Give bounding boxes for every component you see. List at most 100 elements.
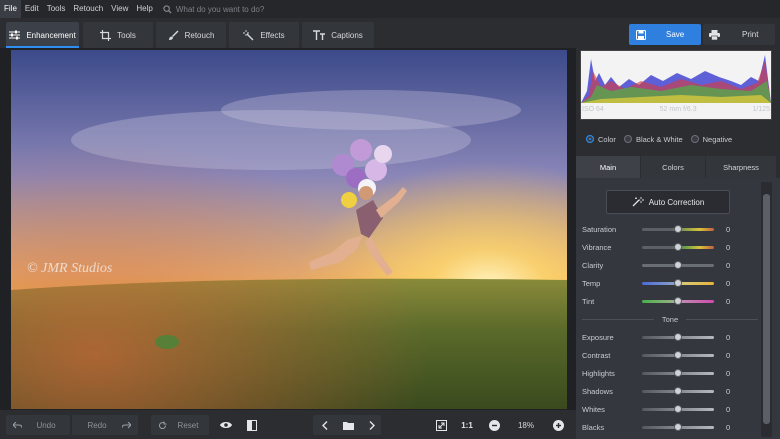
mode-label: Negative	[702, 134, 733, 144]
vibrance-track[interactable]	[642, 242, 714, 251]
slider-contrast[interactable]: Contrast 0	[582, 349, 758, 361]
shadows-track[interactable]	[642, 386, 714, 395]
slider-knob[interactable]	[674, 332, 682, 341]
print-button[interactable]: Print	[703, 24, 775, 45]
menu-help[interactable]: Help	[132, 0, 156, 18]
slider-value: 0	[726, 224, 731, 234]
preview-button[interactable]	[218, 415, 234, 435]
text-icon	[313, 30, 326, 40]
exposure-track[interactable]	[642, 332, 714, 341]
reset-label: Reset	[177, 420, 199, 430]
undo-button[interactable]: Undo	[6, 415, 70, 435]
undo-label: Undo	[36, 420, 56, 430]
mode-negative[interactable]: Negative	[690, 134, 733, 144]
save-button[interactable]: Save	[629, 24, 701, 45]
panel-scrollbar[interactable]	[761, 182, 772, 437]
slider-label: Contrast	[582, 350, 611, 360]
slider-knob[interactable]	[674, 368, 682, 377]
slider-saturation[interactable]: Saturation 0	[582, 223, 758, 235]
plus-circle-icon	[552, 419, 564, 431]
blacks-track[interactable]	[642, 422, 714, 431]
clarity-track[interactable]	[642, 260, 714, 269]
tab-effects[interactable]: Effects	[229, 22, 299, 48]
slider-label: Exposure	[582, 332, 614, 342]
menu-tools[interactable]: Tools	[43, 0, 70, 18]
auto-correction-button[interactable]: Auto Correction	[606, 190, 730, 214]
section-title: Tone	[661, 314, 679, 324]
printer-icon	[709, 29, 720, 40]
slider-knob[interactable]	[674, 224, 682, 233]
highlights-track[interactable]	[642, 368, 714, 377]
slider-value: 0	[726, 260, 731, 270]
saturation-track[interactable]	[642, 224, 714, 233]
photo-editor-window: File Edit Tools Retouch View Help What d…	[0, 0, 780, 439]
whites-track[interactable]	[642, 404, 714, 413]
slider-label: Vibrance	[582, 242, 612, 252]
mode-color[interactable]: Color	[586, 135, 616, 144]
slider-blacks[interactable]: Blacks 0	[582, 421, 758, 433]
eye-icon	[220, 422, 232, 428]
photo-canvas[interactable]: © JMR Studios	[11, 50, 567, 409]
slider-whites[interactable]: Whites 0	[582, 403, 758, 415]
slider-knob[interactable]	[674, 386, 682, 395]
radio-icon	[586, 135, 594, 143]
slider-knob[interactable]	[674, 350, 682, 359]
undo-icon	[13, 421, 22, 428]
chevron-left-icon[interactable]	[322, 420, 328, 430]
tab-main[interactable]: Main	[576, 156, 640, 178]
canvas-area: © JMR Studios	[0, 48, 576, 410]
magic-wand-icon	[243, 29, 254, 40]
search-icon	[163, 4, 172, 14]
tab-captions[interactable]: Captions	[302, 22, 374, 48]
compare-button[interactable]	[244, 415, 260, 435]
slider-knob[interactable]	[674, 404, 682, 413]
lens-value: 52 mm f/6.3	[659, 106, 697, 113]
tint-track[interactable]	[642, 296, 714, 305]
divider	[686, 318, 759, 320]
slider-knob[interactable]	[674, 278, 682, 287]
chevron-right-icon[interactable]	[369, 420, 375, 430]
slider-highlights[interactable]: Highlights 0	[582, 367, 758, 379]
slider-value: 0	[726, 296, 731, 306]
panel-tabs: Main Colors Sharpness	[576, 156, 780, 178]
tab-retouch[interactable]: Retouch	[156, 22, 226, 48]
scrollbar-thumb[interactable]	[763, 194, 770, 424]
minus-circle-icon	[488, 419, 500, 431]
tab-tools[interactable]: Tools	[83, 22, 153, 48]
zoom-in-button[interactable]	[550, 415, 566, 435]
zoom-out-button[interactable]	[486, 415, 502, 435]
menu-retouch[interactable]: Retouch	[69, 0, 107, 18]
slider-clarity[interactable]: Clarity 0	[582, 259, 758, 271]
slider-vibrance[interactable]: Vibrance 0	[582, 241, 758, 253]
menu-view[interactable]: View	[107, 0, 132, 18]
menu-file[interactable]: File	[0, 0, 21, 18]
reset-button[interactable]: Reset	[151, 415, 209, 435]
actual-size-button[interactable]: 1:1	[458, 415, 476, 435]
folder-icon[interactable]	[343, 421, 354, 430]
slider-knob[interactable]	[674, 422, 682, 431]
tab-label: Tools	[117, 30, 136, 40]
search-box[interactable]: What do you want to do?	[163, 4, 264, 14]
slider-knob[interactable]	[674, 296, 682, 305]
slider-exposure[interactable]: Exposure 0	[582, 331, 758, 343]
redo-button[interactable]: Redo	[72, 415, 138, 435]
mode-label: Black & White	[635, 134, 683, 144]
temp-track[interactable]	[642, 278, 714, 287]
tab-label: Effects	[260, 30, 285, 40]
mode-black-white[interactable]: Black & White	[623, 134, 683, 144]
fit-screen-button[interactable]	[432, 415, 450, 435]
slider-temp[interactable]: Temp 0	[582, 277, 758, 289]
tab-colors[interactable]: Colors	[641, 156, 705, 178]
contrast-track[interactable]	[642, 350, 714, 359]
tab-enhancement[interactable]: Enhancement	[6, 22, 79, 48]
slider-value: 0	[726, 386, 731, 396]
slider-value: 0	[726, 350, 731, 360]
slider-tint[interactable]: Tint 0	[582, 295, 758, 307]
slider-label: Tint	[582, 296, 595, 306]
tab-sharpness[interactable]: Sharpness	[706, 156, 776, 178]
slider-shadows[interactable]: Shadows 0	[582, 385, 758, 397]
slider-knob[interactable]	[674, 242, 682, 251]
menu-edit[interactable]: Edit	[21, 0, 43, 18]
slider-knob[interactable]	[674, 260, 682, 269]
zoom-level[interactable]: 18%	[508, 415, 544, 435]
